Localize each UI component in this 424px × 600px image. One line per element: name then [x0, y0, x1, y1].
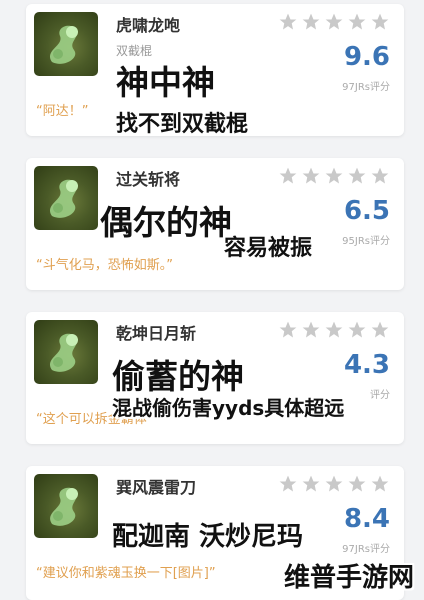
- overlay-caption-mid: 混战偷伤害yyds具体超远: [112, 396, 345, 420]
- weapon-score: 8.4: [343, 504, 390, 534]
- weapon-quote: “阿达！”: [36, 104, 89, 119]
- weapon-name: 巽风震雷刀: [116, 478, 197, 497]
- star-rating: [278, 474, 390, 494]
- star-icon: [348, 321, 366, 338]
- weapon-score: 9.6: [343, 42, 390, 72]
- rating-count: 95JRs评分: [342, 236, 390, 247]
- weapon-thumbnail-icon: [34, 474, 98, 538]
- star-icon: [325, 475, 343, 492]
- star-icon: [279, 475, 297, 492]
- weapon-score: 4.3: [343, 350, 390, 380]
- overlay-caption-mid: 容易被振: [224, 236, 313, 261]
- star-icon: [302, 167, 320, 184]
- weapon-quote: “斗气化马，恐怖如斯。”: [36, 258, 173, 273]
- star-icon: [348, 475, 366, 492]
- star-rating: [278, 12, 390, 32]
- star-icon: [302, 321, 320, 338]
- weapon-thumbnail-icon: [34, 166, 98, 230]
- star-icon: [348, 167, 366, 184]
- star-icon: [325, 321, 343, 338]
- weapon-name: 过关斩将: [116, 170, 181, 189]
- overlay-caption-big: 偷蓄的神: [112, 357, 244, 396]
- rating-count: 97JRs评分: [342, 82, 390, 93]
- star-icon: [325, 13, 343, 30]
- overlay-caption-big: 神中神: [116, 63, 215, 102]
- star-icon: [302, 475, 320, 492]
- weapon-quote: “建议你和紫魂玉换一下[图片]”: [36, 566, 216, 581]
- star-icon: [371, 167, 389, 184]
- star-rating: [278, 320, 390, 340]
- star-icon: [279, 321, 297, 338]
- overlay-caption-big: 配迦南 沃炒尼玛: [112, 522, 304, 552]
- weapon-name: 乾坤日月斩: [116, 324, 197, 343]
- weapon-score: 6.5: [343, 196, 390, 226]
- star-icon: [371, 475, 389, 492]
- star-icon: [279, 13, 297, 30]
- star-icon: [325, 167, 343, 184]
- star-icon: [302, 13, 320, 30]
- rating-count: 97JRs评分: [342, 544, 390, 555]
- weapon-thumbnail-icon: [34, 320, 98, 384]
- rating-count: 评分: [370, 390, 390, 401]
- overlay-caption-mid: 找不到双截棍: [116, 112, 249, 137]
- overlay-caption-big: 偶尔的神: [100, 203, 232, 242]
- weapon-thumbnail-icon: [34, 12, 98, 76]
- watermark-logo: 维普手游网: [283, 563, 414, 593]
- star-icon: [371, 321, 389, 338]
- weapon-name: 虎啸龙咆: [116, 16, 181, 35]
- star-icon: [371, 13, 389, 30]
- star-icon: [279, 167, 297, 184]
- star-icon: [348, 13, 366, 30]
- star-rating: [278, 166, 390, 186]
